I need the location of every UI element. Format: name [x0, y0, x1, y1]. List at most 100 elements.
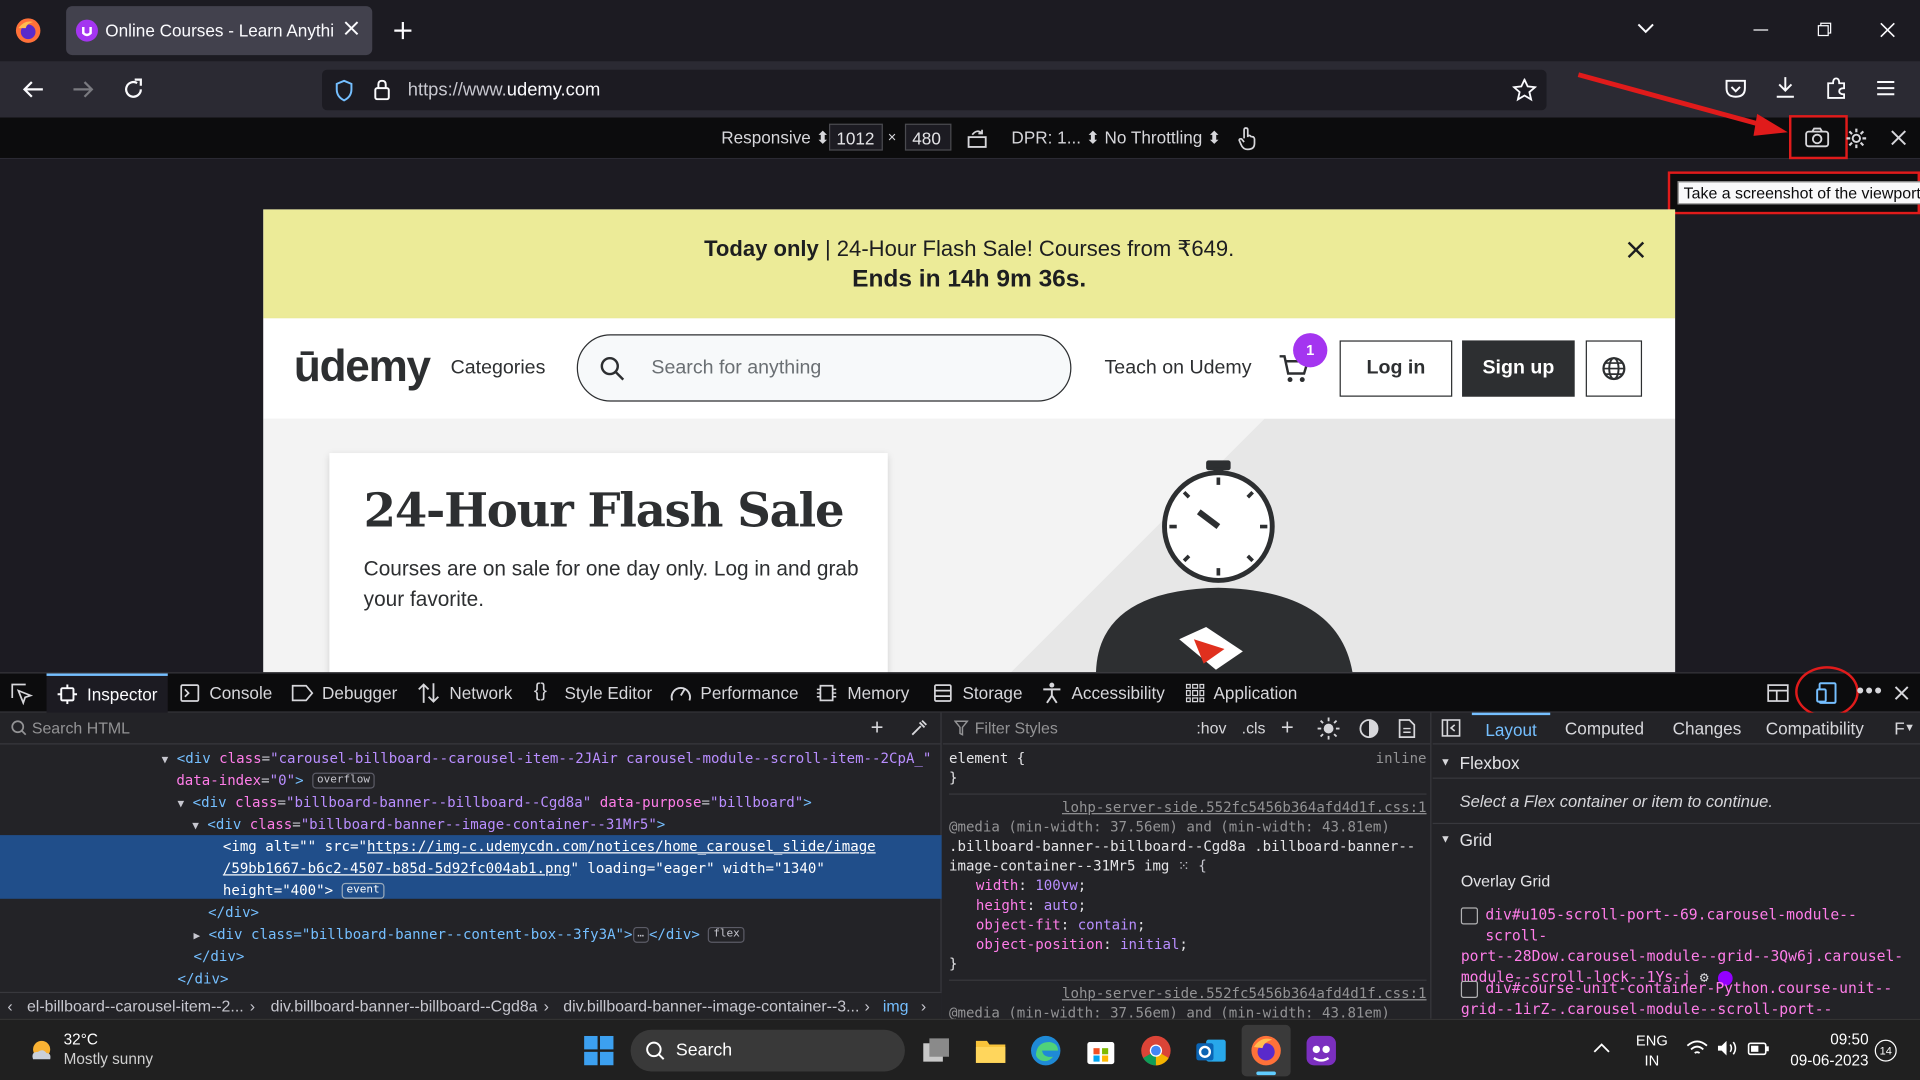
expand-arrow-icon[interactable]: ▼: [192, 820, 199, 832]
markup-line-selected[interactable]: <img alt="" src="https://img-c.udemycdn.…: [0, 835, 942, 857]
course-search-input[interactable]: Search for anything: [576, 334, 1072, 402]
css-declaration[interactable]: object-fit: contain;: [949, 915, 1427, 935]
breadcrumb-item-current[interactable]: img: [883, 997, 909, 1015]
cls-toggle[interactable]: .cls: [1242, 719, 1266, 737]
tab-close-icon[interactable]: [343, 20, 360, 37]
breadcrumb-item[interactable]: div.billboard-banner--billboard--Cgd8a: [271, 997, 538, 1015]
dock-sidebar-icon[interactable]: [1767, 683, 1789, 703]
element-picker-icon[interactable]: [11, 683, 34, 706]
teach-on-udemy-link[interactable]: Teach on Udemy: [1104, 358, 1251, 380]
wifi-icon[interactable]: [1686, 1040, 1708, 1057]
outlook-icon[interactable]: [1195, 1035, 1227, 1067]
breadcrumb-left-icon[interactable]: ‹: [7, 997, 12, 1015]
overflow-badge[interactable]: overflow: [312, 772, 375, 789]
taskbar-search[interactable]: Search: [630, 1029, 905, 1072]
clock-date[interactable]: 09-06-2023: [1783, 1052, 1868, 1069]
dpr-selector[interactable]: DPR: 1... ⬍: [1011, 127, 1100, 148]
tab-computed[interactable]: Computed: [1565, 719, 1644, 739]
banner-close-icon[interactable]: [1626, 240, 1646, 260]
reload-icon[interactable]: [122, 78, 144, 100]
css-source-link[interactable]: lohp-server-side.552fc5456b364afd4d1f.cs…: [948, 793, 1427, 816]
event-badge[interactable]: event: [341, 882, 385, 899]
css-declaration[interactable]: height: auto;: [949, 895, 1427, 915]
language-eng[interactable]: ENG: [1636, 1032, 1668, 1049]
markup-line-selected[interactable]: height="400"> event: [0, 879, 942, 901]
expand-arrow-icon[interactable]: ▼: [178, 798, 185, 810]
url-bar[interactable]: https://www.udemy.com: [322, 69, 1547, 111]
new-tab-icon[interactable]: [393, 21, 413, 41]
element-rule[interactable]: element {inline: [949, 748, 1427, 768]
settings-gear-icon[interactable]: [1845, 127, 1867, 149]
app-menu-icon[interactable]: [1876, 80, 1896, 97]
list-all-tabs-icon[interactable]: [1637, 22, 1654, 34]
extensions-icon[interactable]: [1825, 76, 1848, 99]
print-simulation-icon[interactable]: [1398, 719, 1416, 739]
markup-line[interactable]: ▼ <div class="carousel-billboard--carous…: [0, 747, 942, 769]
bookmark-star-icon[interactable]: [1512, 78, 1537, 102]
tab-debugger[interactable]: Debugger: [322, 683, 397, 703]
toggle-panel-icon[interactable]: [1441, 719, 1461, 737]
throttling-selector[interactable]: No Throttling ⬍: [1104, 127, 1221, 148]
file-explorer-icon[interactable]: [975, 1036, 1007, 1065]
rule-selector[interactable]: image-container--31Mr5 img ⁙ {: [949, 856, 1427, 876]
responsive-design-mode-icon[interactable]: [1816, 682, 1838, 704]
tab-inspector[interactable]: Inspector: [46, 673, 168, 713]
device-selector[interactable]: Responsive ⬍: [721, 127, 830, 148]
filter-styles-bar[interactable]: Filter Styles :hov .cls +: [942, 713, 1431, 745]
battery-icon[interactable]: [1747, 1042, 1769, 1056]
more-options-icon[interactable]: •••: [1856, 678, 1883, 704]
markup-line[interactable]: ▼ <div class="billboard-banner--image-co…: [0, 813, 942, 835]
task-view-icon[interactable]: [922, 1037, 951, 1064]
flex-badge[interactable]: flex: [708, 926, 745, 943]
breadcrumb-right-icon[interactable]: ›: [921, 997, 926, 1015]
add-rule-icon[interactable]: +: [1281, 715, 1294, 741]
app-icon[interactable]: [1305, 1035, 1337, 1067]
tabs-overflow-icon[interactable]: ▼: [1904, 721, 1915, 733]
filter-styles-input[interactable]: Filter Styles: [975, 719, 1058, 737]
dark-scheme-icon[interactable]: [1359, 719, 1379, 739]
markup-line-selected[interactable]: /59bb1667-b6c2-4507-b85d-5d92fc004ab1.pn…: [0, 857, 942, 879]
restore-icon[interactable]: [1817, 22, 1832, 37]
tab-layout[interactable]: Layout: [1471, 712, 1551, 745]
firefox-taskbar-item[interactable]: [1241, 1024, 1291, 1077]
tab-application[interactable]: Application: [1213, 683, 1297, 703]
tracking-protection-shield-icon[interactable]: [334, 79, 354, 102]
html-search-bar[interactable]: Search HTML +: [0, 713, 941, 745]
grid-item-2[interactable]: div#course-unit-container-Python.course-…: [1461, 978, 1914, 1020]
ellipsis-badge[interactable]: …: [632, 926, 649, 943]
close-rdm-icon[interactable]: [1891, 130, 1907, 146]
markup-line[interactable]: data-index="0"> overflow: [0, 769, 942, 791]
breadcrumb-item[interactable]: el-billboard--carousel-item--2...: [27, 997, 244, 1015]
edge-browser-icon[interactable]: [1030, 1035, 1062, 1067]
tab-performance[interactable]: Performance: [700, 683, 798, 703]
windows-start-icon[interactable]: [584, 1035, 614, 1066]
light-scheme-icon[interactable]: [1317, 717, 1340, 740]
language-in[interactable]: IN: [1636, 1052, 1668, 1069]
hov-toggle[interactable]: :hov: [1196, 719, 1226, 737]
add-node-icon[interactable]: +: [871, 716, 884, 738]
firefox-menu-icon[interactable]: [15, 17, 42, 44]
tab-fonts-truncated[interactable]: F: [1894, 719, 1904, 739]
color-picker-icon[interactable]: [910, 719, 928, 737]
search-html-input[interactable]: Search HTML: [32, 719, 130, 737]
url-text[interactable]: https://www.udemy.com: [408, 80, 601, 101]
screenshot-camera-icon[interactable]: [1805, 127, 1830, 148]
login-button[interactable]: Log in: [1339, 340, 1453, 397]
window-close-icon[interactable]: [1880, 22, 1896, 38]
search-icon[interactable]: [600, 356, 625, 381]
markup-line[interactable]: </div>: [0, 967, 942, 989]
show-hidden-icons-icon[interactable]: [1593, 1042, 1610, 1054]
viewport-width-input[interactable]: 1012: [828, 123, 883, 151]
language-button[interactable]: [1585, 340, 1643, 397]
markup-line[interactable]: </div>: [0, 945, 942, 967]
weather-sunny-icon[interactable]: [27, 1035, 56, 1064]
tab-console[interactable]: Console: [209, 683, 272, 703]
chrome-icon[interactable]: [1140, 1035, 1172, 1067]
lock-icon[interactable]: [373, 78, 390, 101]
categories-link[interactable]: Categories: [451, 358, 546, 380]
expand-arrow-icon[interactable]: ▼: [162, 754, 169, 766]
volume-icon[interactable]: [1717, 1040, 1739, 1057]
tab-compatibility[interactable]: Compatibility: [1766, 719, 1864, 739]
tab-memory[interactable]: Memory: [847, 683, 909, 703]
markup-line[interactable]: </div>: [0, 901, 942, 923]
